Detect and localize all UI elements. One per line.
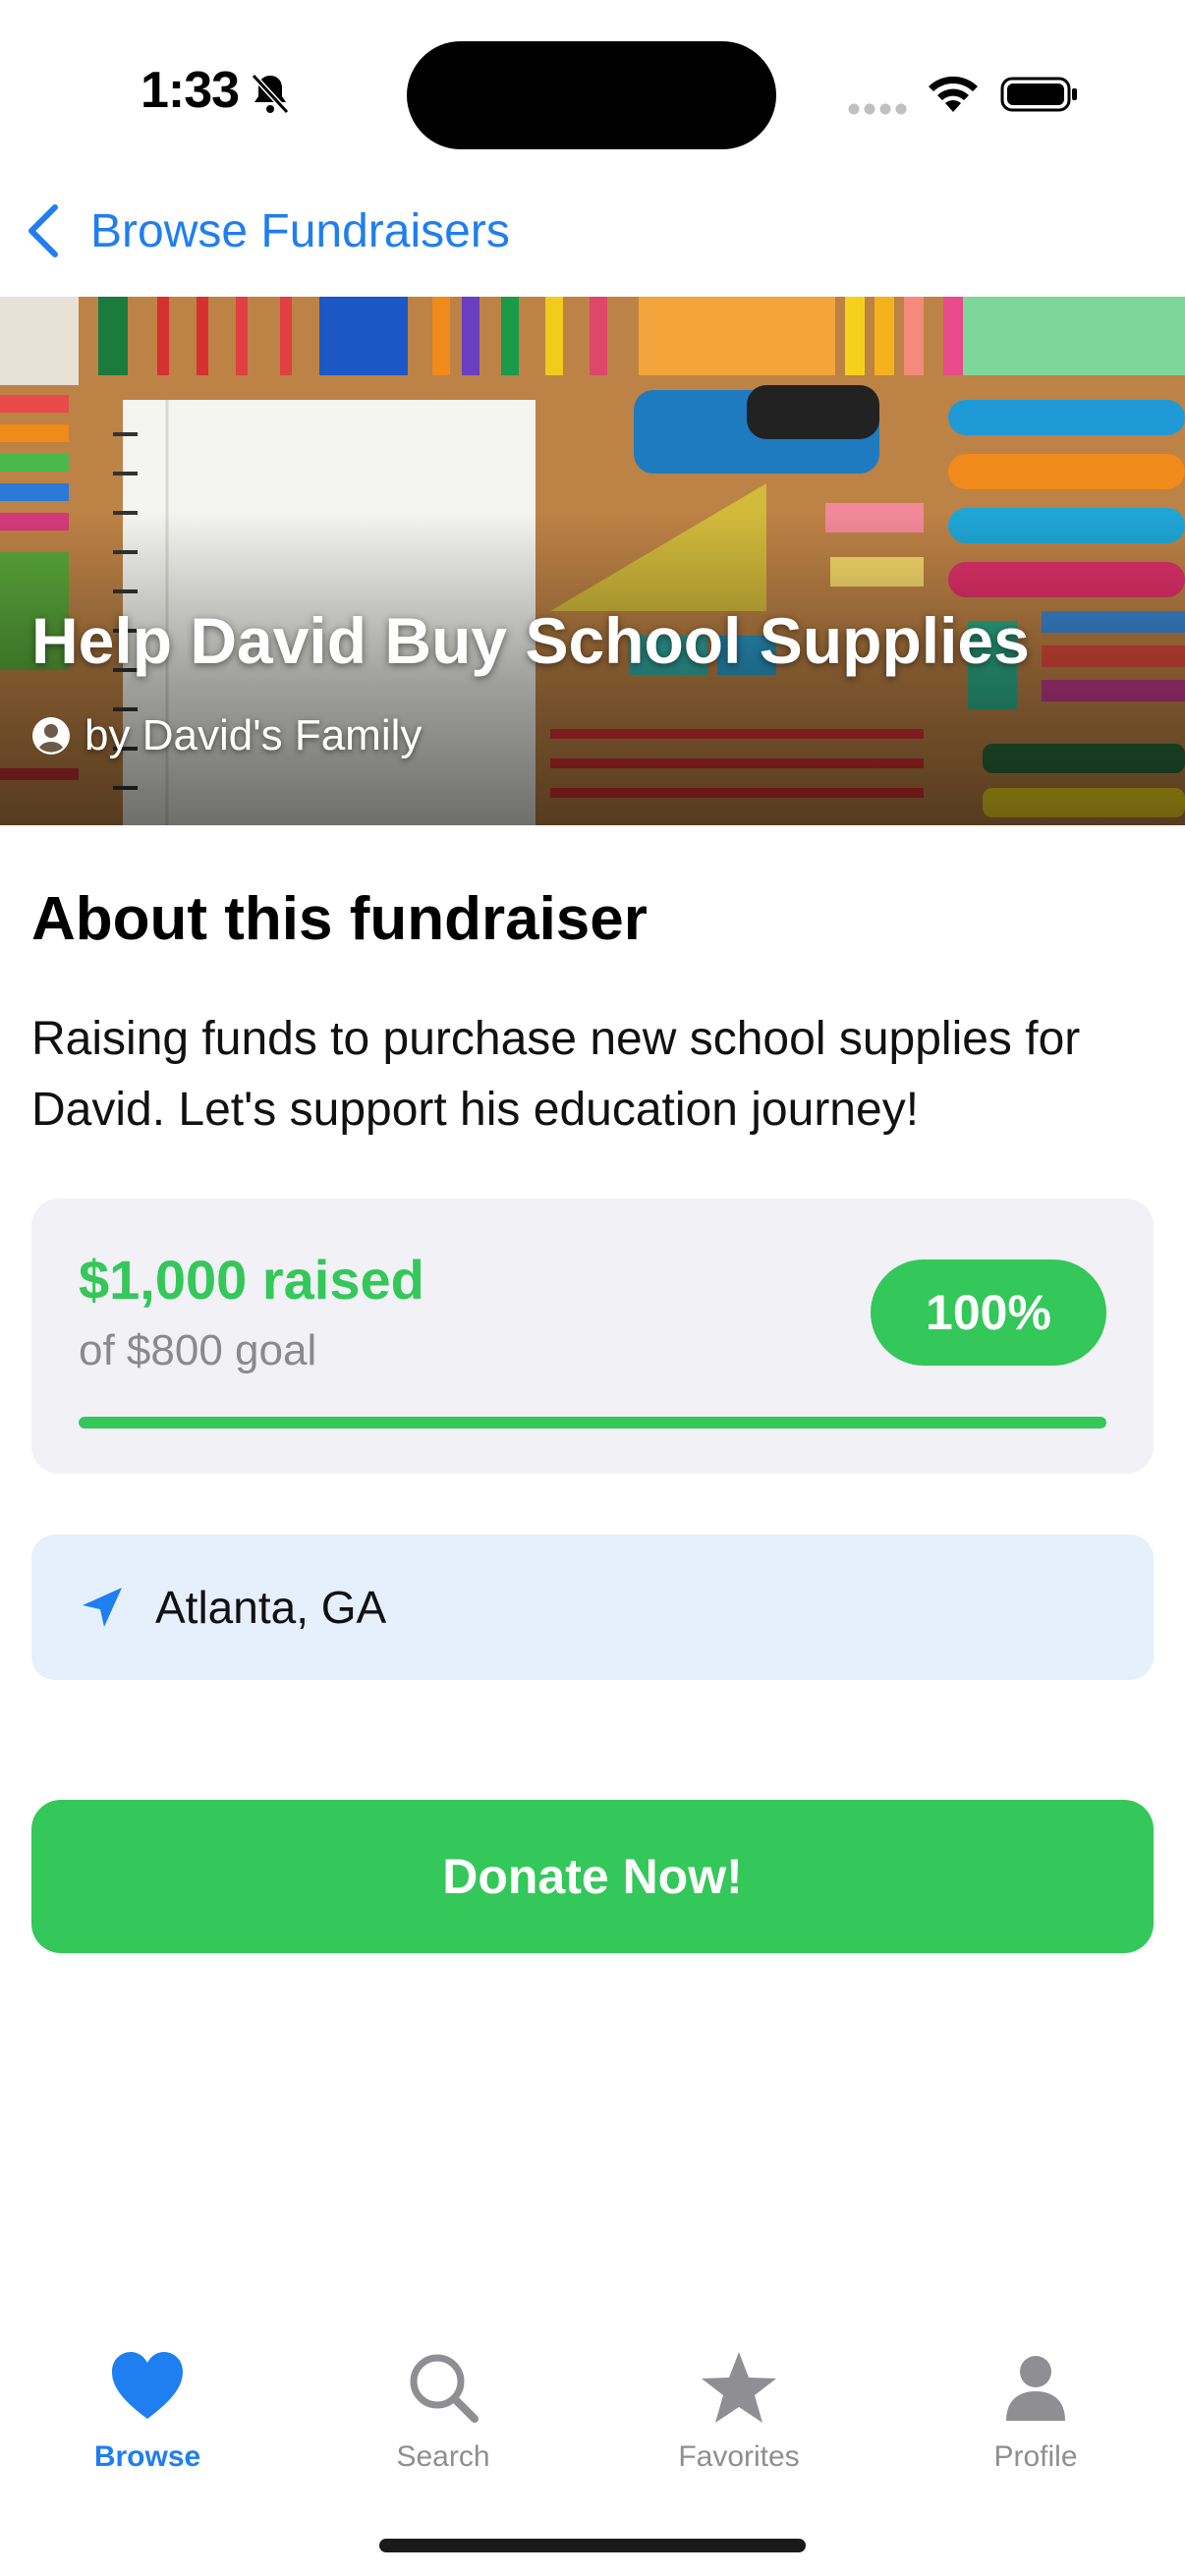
location-arrow-icon — [83, 1588, 122, 1627]
bell-slash-icon — [251, 73, 290, 115]
tab-search[interactable]: Search — [325, 2328, 561, 2476]
status-bar: 1:33 — [0, 0, 1185, 187]
magnifier-icon — [410, 2354, 479, 2423]
tab-profile-label: Profile — [993, 2440, 1078, 2473]
fundraiser-title: Help David Buy School Supplies — [31, 604, 1030, 677]
tab-browse[interactable]: Browse — [29, 2328, 265, 2476]
about-description: Raising funds to purchase new school sup… — [31, 1013, 1081, 1136]
percent-badge: 100% — [871, 1260, 1106, 1366]
about-heading: About this fundraiser — [31, 885, 648, 953]
wifi-icon — [929, 76, 978, 112]
donate-button[interactable]: Donate Now! — [31, 1800, 1154, 1953]
progress-card: $1,000 raised of $800 goal 100% — [31, 1199, 1154, 1474]
chevron-left-icon — [28, 204, 58, 257]
person-icon — [1006, 2356, 1065, 2421]
status-time: 1:33 — [141, 62, 240, 119]
battery-icon — [1000, 77, 1077, 112]
tab-favorites[interactable]: Favorites — [621, 2328, 857, 2476]
fundraiser-detail-screen: 1:33 Browse Fundraisers Help David Buy S… — [0, 0, 1185, 2576]
back-button-label: Browse Fundraisers — [90, 204, 510, 257]
progress-bar — [79, 1417, 1106, 1428]
hero-image: Help David Buy School Supplies by David'… — [0, 297, 1185, 825]
location-card: Atlanta, GA — [31, 1535, 1154, 1680]
tab-search-label: Search — [396, 2440, 490, 2473]
signal-dots-icon — [848, 103, 907, 115]
location-text: Atlanta, GA — [155, 1582, 387, 1633]
back-button[interactable]: Browse Fundraisers — [24, 196, 510, 265]
star-icon — [702, 2352, 776, 2423]
tab-bar: Browse Search Favorites Profile — [0, 2328, 1185, 2476]
raised-amount: $1,000 raised — [79, 1249, 424, 1311]
dynamic-island — [407, 41, 776, 149]
goal-amount: of $800 goal — [79, 1326, 317, 1374]
tab-profile[interactable]: Profile — [918, 2328, 1154, 2476]
organizer-byline: by David's Family — [31, 711, 422, 760]
person-circle-icon — [32, 717, 70, 755]
tab-favorites-label: Favorites — [678, 2440, 800, 2473]
organizer-name: by David's Family — [85, 711, 423, 759]
progress-bar-fill — [79, 1417, 1106, 1428]
heart-icon — [112, 2352, 183, 2419]
tab-browse-label: Browse — [93, 2440, 201, 2473]
home-indicator — [379, 2539, 806, 2552]
